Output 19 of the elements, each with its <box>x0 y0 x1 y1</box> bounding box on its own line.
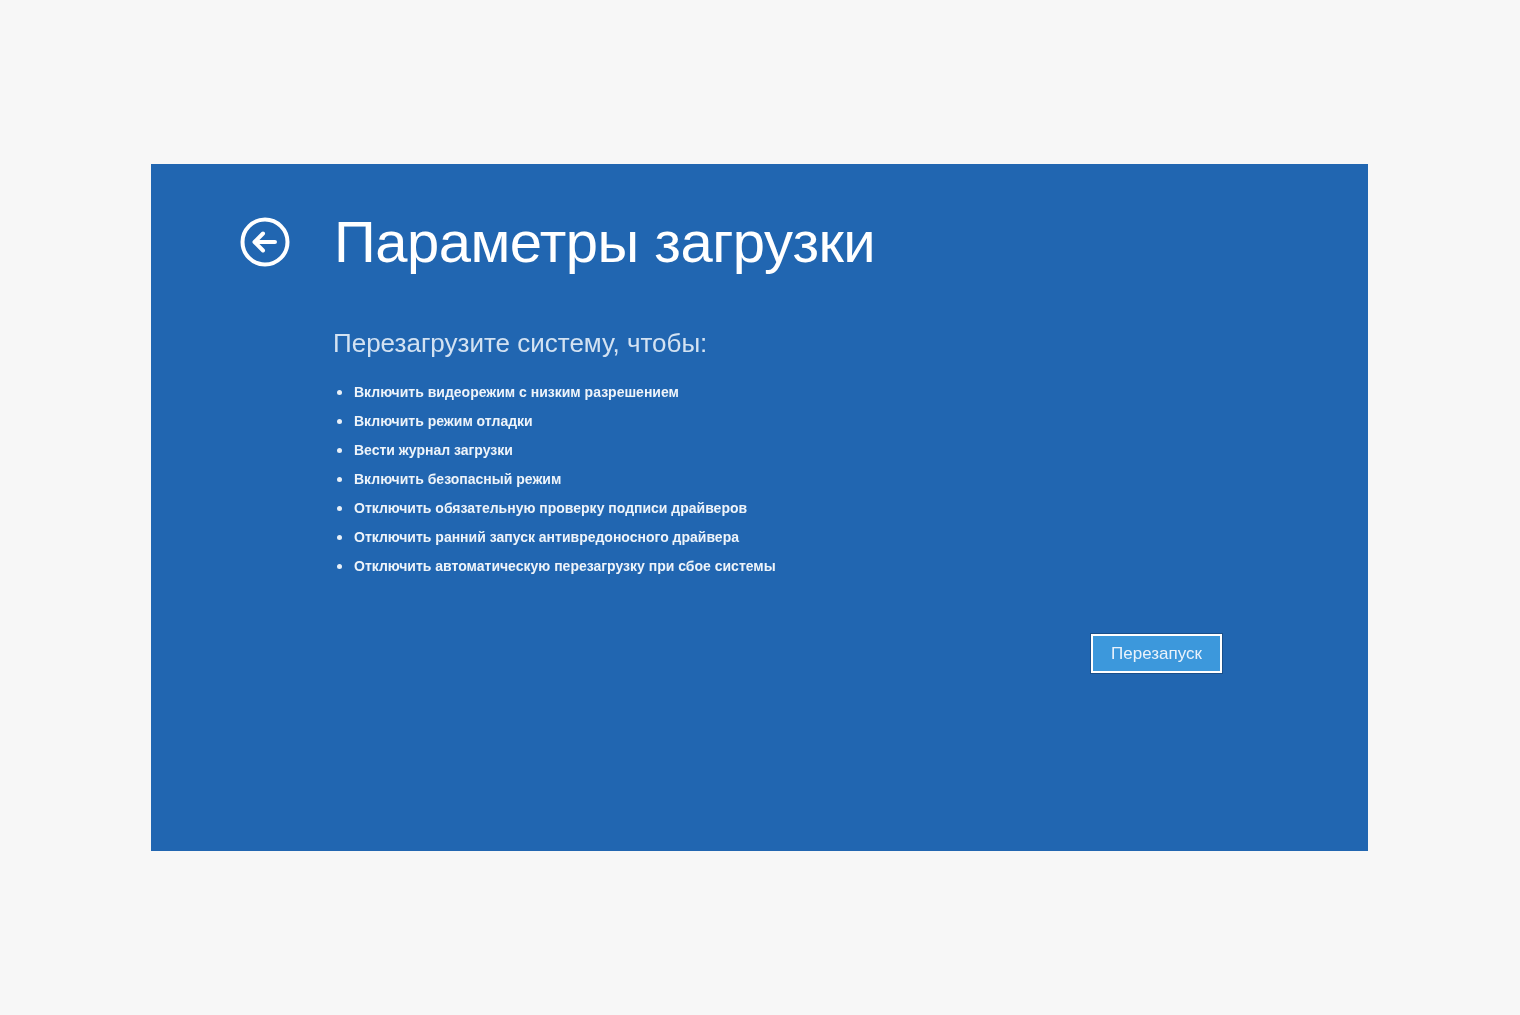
bullet-icon <box>337 506 342 511</box>
arrow-left-circle-icon <box>240 217 290 267</box>
option-text: Вести журнал загрузки <box>354 441 513 460</box>
page-title: Параметры загрузки <box>334 210 876 274</box>
option-text: Отключить обязательную проверку подписи драйверов <box>354 499 748 518</box>
bullet-icon <box>337 477 342 482</box>
bullet-icon <box>337 390 342 395</box>
option-text: Отключить ранний запуск антивредоносного драйвера <box>354 528 739 547</box>
bullet-icon <box>337 419 342 424</box>
restart-button[interactable]: Перезапуск <box>1091 634 1222 673</box>
bullet-icon <box>337 448 342 453</box>
back-button[interactable] <box>240 217 290 267</box>
bullet-icon <box>337 535 342 540</box>
instructions-heading: Перезагрузите систему, чтобы: <box>333 328 709 358</box>
option-text: Включить безопасный режим <box>354 470 562 489</box>
option-text: Включить режим отладки <box>354 412 533 431</box>
option-text: Отключить автоматическую перезагрузку при сбое системы <box>354 557 776 576</box>
option-text: Включить видеорежим с низким разрешением <box>354 383 679 402</box>
bullet-icon <box>337 564 342 569</box>
